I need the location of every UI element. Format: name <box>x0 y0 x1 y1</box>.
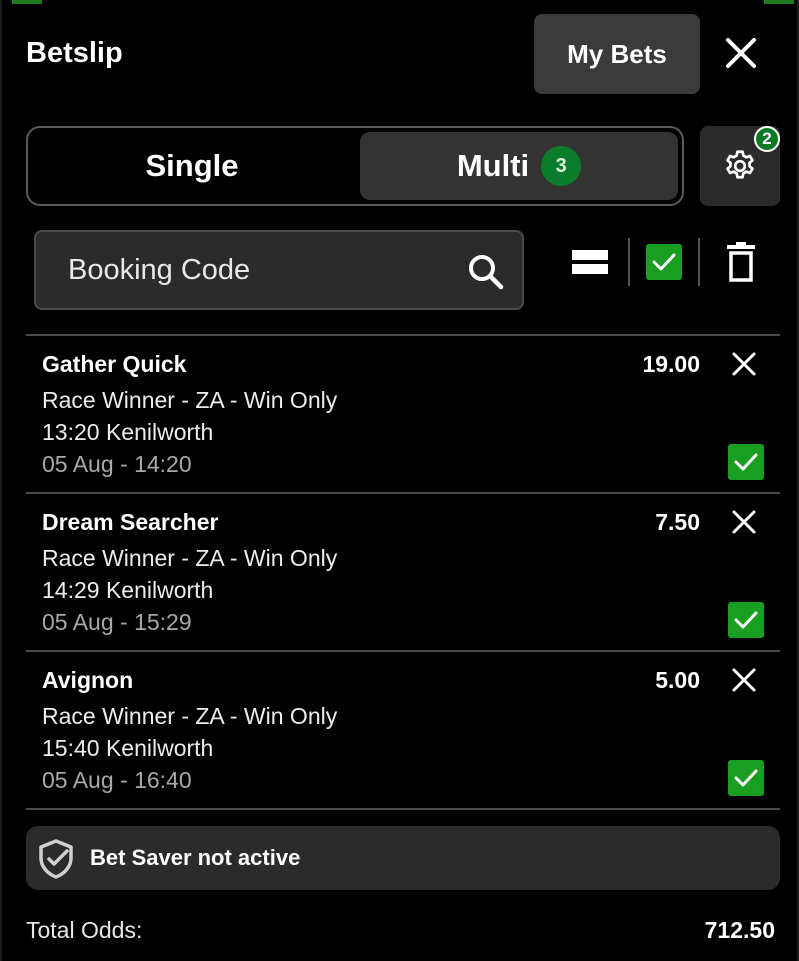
select-all-checkbox[interactable] <box>646 244 682 280</box>
selection-datetime: 05 Aug - 14:20 <box>42 451 192 477</box>
total-odds-value: 712.50 <box>704 917 775 943</box>
bet-saver-status: Bet Saver not active <box>90 845 301 870</box>
selection-name: Gather Quick <box>42 351 187 377</box>
selection-market: Race Winner - ZA - Win Only <box>42 387 338 413</box>
settings-count-badge: 2 <box>754 126 780 152</box>
multi-count-badge: 3 <box>541 146 582 186</box>
close-icon <box>732 510 756 534</box>
my-bets-button[interactable]: My Bets <box>534 14 700 94</box>
checkmark-icon <box>734 769 758 787</box>
selection-datetime: 05 Aug - 16:40 <box>42 767 192 793</box>
booking-code-field <box>34 230 524 310</box>
divider <box>26 808 780 810</box>
delete-all-button[interactable] <box>726 242 756 287</box>
remove-selection-button[interactable] <box>730 508 758 536</box>
selection-name: Dream Searcher <box>42 509 219 535</box>
selection-odds: 7.50 <box>655 509 700 535</box>
betslip-title: Betslip <box>26 37 123 69</box>
bet-saver-banner[interactable]: Bet Saver not active <box>26 826 780 890</box>
close-icon <box>732 668 756 692</box>
close-betslip-button[interactable] <box>720 32 762 74</box>
tab-multi[interactable]: Multi 3 <box>360 132 678 200</box>
tab-multi-label: Multi <box>456 148 530 183</box>
close-icon <box>726 38 756 68</box>
collapse-rows-button[interactable] <box>572 248 608 281</box>
checkmark-icon <box>652 253 676 271</box>
total-odds-label: Total Odds: <box>26 917 143 943</box>
betslip-panel: Betslip My Bets Single Multi 3 2 Booking… <box>0 0 799 961</box>
search-icon <box>469 255 504 290</box>
selection-event: 15:40 Kenilworth <box>42 735 214 761</box>
tab-single[interactable]: Single <box>28 128 356 204</box>
selection-checkbox[interactable] <box>728 444 764 480</box>
selection-event: 13:20 Kenilworth <box>42 419 214 445</box>
selection-name: Avignon <box>42 667 134 693</box>
shield-check-icon <box>39 839 73 879</box>
checkmark-icon <box>734 453 758 471</box>
booking-code-input[interactable] <box>68 250 448 290</box>
remove-selection-button[interactable] <box>730 666 758 694</box>
selection-market: Race Winner - ZA - Win Only <box>42 545 338 571</box>
selection-checkbox[interactable] <box>728 602 764 638</box>
bet-type-toggle: Single Multi 3 <box>26 126 684 206</box>
close-icon <box>732 352 756 376</box>
gear-icon <box>726 150 754 179</box>
collapse-rows-icon <box>572 250 608 274</box>
selection-odds: 5.00 <box>655 667 700 693</box>
selection-event: 14:29 Kenilworth <box>42 577 214 603</box>
toolbar-divider <box>698 238 700 286</box>
selection-datetime: 05 Aug - 15:29 <box>42 609 192 635</box>
trash-icon <box>727 242 755 282</box>
betslip-header: Betslip My Bets <box>2 0 799 110</box>
selection-row: Dream Searcher 7.50 Race Winner - ZA - W… <box>26 492 780 650</box>
selection-market: Race Winner - ZA - Win Only <box>42 703 338 729</box>
selection-odds: 19.00 <box>642 351 700 377</box>
selection-checkbox[interactable] <box>728 760 764 796</box>
selection-row: Avignon 5.00 Race Winner - ZA - Win Only… <box>26 650 780 808</box>
selection-row: Gather Quick 19.00 Race Winner - ZA - Wi… <box>26 334 780 492</box>
toolbar-divider <box>628 238 630 286</box>
search-button[interactable] <box>466 252 506 297</box>
checkmark-icon <box>734 611 758 629</box>
remove-selection-button[interactable] <box>730 350 758 378</box>
